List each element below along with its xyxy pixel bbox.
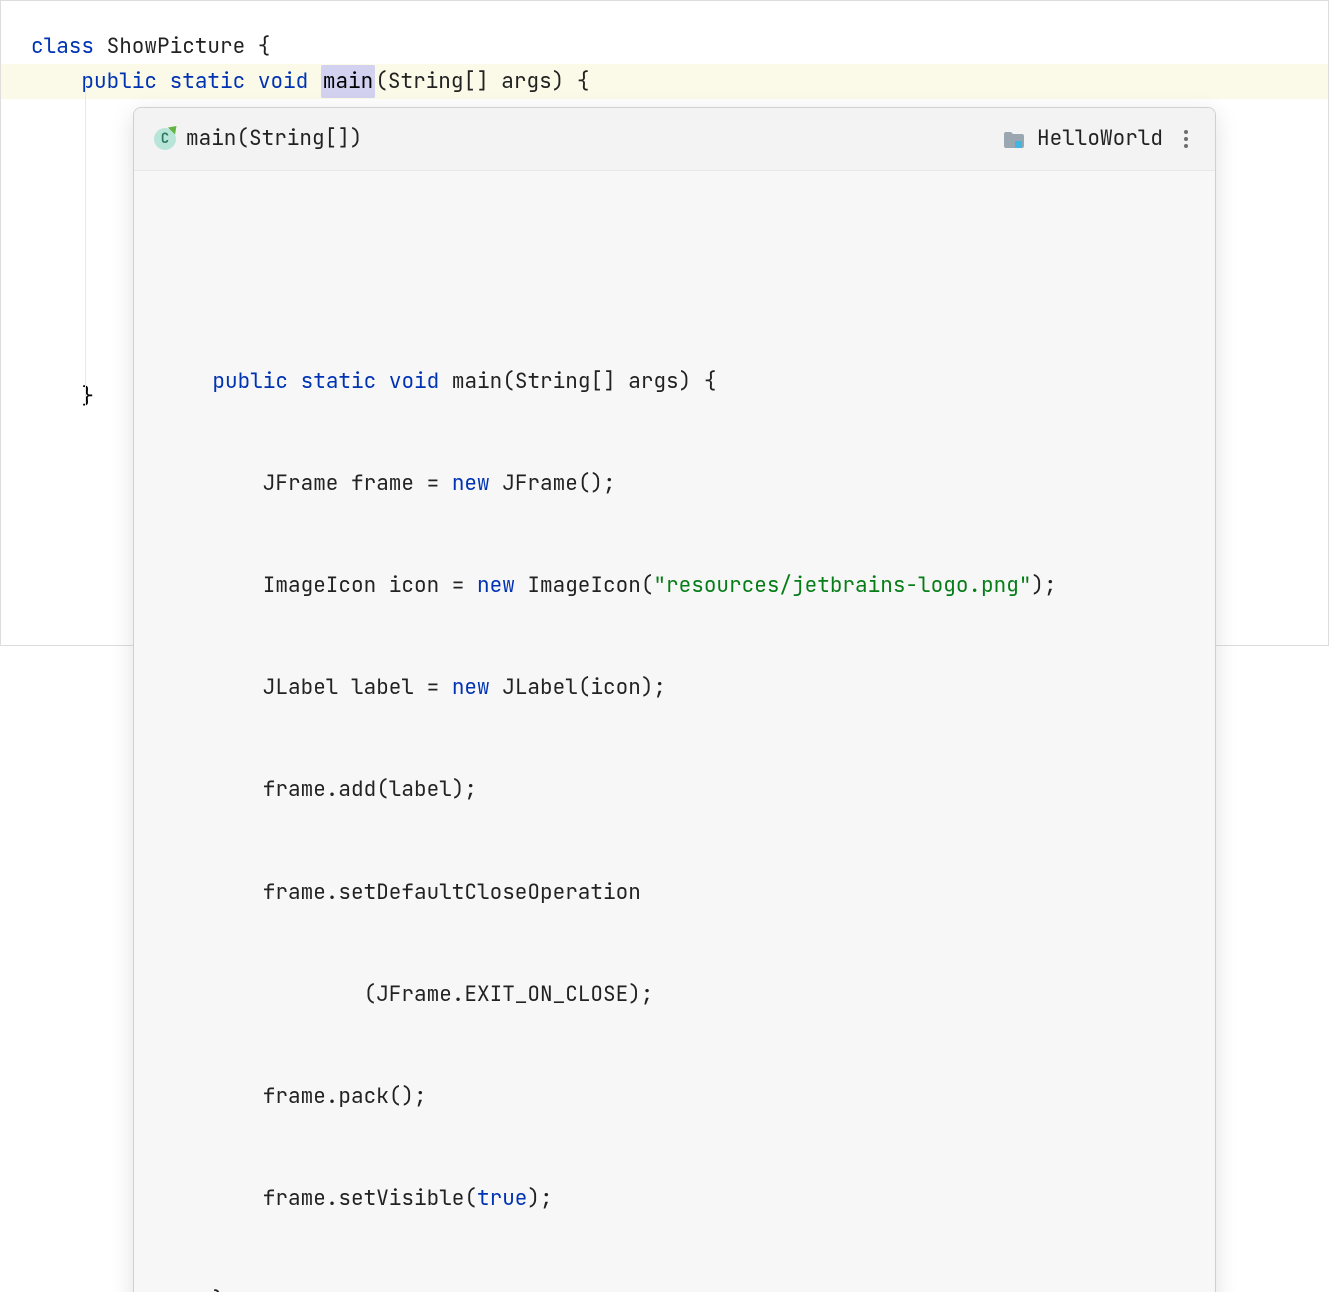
quick-definition-popup: C main(String[]) HelloWorld public stati… xyxy=(133,107,1216,1292)
popup-line-9: frame.setVisible(true); xyxy=(162,1181,1187,1216)
class-run-icon: C xyxy=(154,128,176,150)
folder-icon xyxy=(1003,131,1023,147)
popup-line-6: frame.setDefaultCloseOperation xyxy=(162,875,1187,910)
more-options-icon[interactable] xyxy=(1177,126,1195,152)
popup-line-2: JFrame frame = new JFrame(); xyxy=(162,466,1187,501)
popup-line-1: public static void main(String[] args) { xyxy=(162,364,1187,399)
method-name-highlight: main xyxy=(321,65,375,99)
popup-line-3: ImageIcon icon = new ImageIcon("resource… xyxy=(162,568,1187,603)
popup-line-10: } xyxy=(162,1284,1187,1292)
popup-code-body[interactable]: public static void main(String[] args) {… xyxy=(134,171,1215,1292)
popup-header-right: HelloWorld xyxy=(1003,122,1195,156)
class-decl: ShowPicture { xyxy=(94,30,270,64)
popup-line-4: JLabel label = new JLabel(icon); xyxy=(162,671,1187,706)
indent-guide xyxy=(85,81,86,406)
popup-line-blank xyxy=(162,262,1187,297)
popup-line-8: frame.pack(); xyxy=(162,1079,1187,1114)
popup-title: main(String[]) xyxy=(186,122,1003,156)
project-name: HelloWorld xyxy=(1037,122,1163,156)
code-line-1[interactable]: class ShowPicture { xyxy=(1,29,1328,64)
keyword-class: class xyxy=(31,30,94,64)
popup-line-7: (JFrame.EXIT_ON_CLOSE); xyxy=(162,977,1187,1012)
popup-header: C main(String[]) HelloWorld xyxy=(134,108,1215,171)
popup-line-5: frame.add(label); xyxy=(162,773,1187,808)
code-line-2[interactable]: public static void main(String[] args) { xyxy=(1,64,1328,99)
